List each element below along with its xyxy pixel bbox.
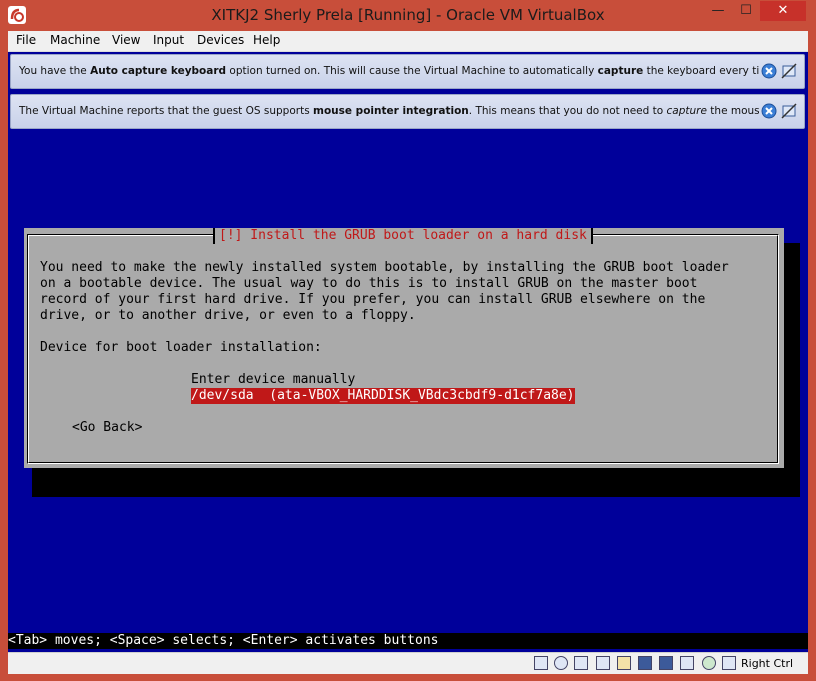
hard-disk-icon[interactable] xyxy=(534,656,548,670)
dialog-body-line: drive, or to another drive, or even to a… xyxy=(40,308,416,323)
notification-text: The Virtual Machine reports that the gue… xyxy=(19,105,759,117)
dialog-body-line: You need to make the newly installed sys… xyxy=(40,260,729,275)
shared-folder-icon[interactable] xyxy=(617,656,631,670)
vm-window: XITKJ2 Sherly Prela [Running] - Oracle V… xyxy=(0,0,816,681)
host-key-label: Right Ctrl xyxy=(741,657,794,670)
dialog-body-line: on a bootable device. The usual way to d… xyxy=(40,276,698,291)
notification-text-segment: Auto capture keyboard xyxy=(90,65,227,77)
maximize-button[interactable]: ☐ xyxy=(733,1,759,21)
notification-text-segment: capture xyxy=(666,105,707,117)
vm-status-bar: Right Ctrl xyxy=(8,652,808,674)
floppy-icon[interactable] xyxy=(574,656,588,670)
notification-text-segment: The Virtual Machine reports that the gue… xyxy=(19,105,314,117)
mouse-integration-icon[interactable] xyxy=(702,656,716,670)
close-notification-icon[interactable] xyxy=(761,103,777,119)
notification-text-segment: option turned on. This will cause the Vi… xyxy=(226,65,598,77)
optical-drive-icon[interactable] xyxy=(554,656,568,670)
close-button[interactable]: ✕ xyxy=(760,1,806,21)
notification-text-segment: You have the xyxy=(19,65,91,77)
device-prompt: Device for boot loader installation: xyxy=(40,340,322,355)
suppress-message-icon[interactable] xyxy=(781,63,797,79)
dialog-title: [!] Install the GRUB boot loader on a ha… xyxy=(213,228,593,244)
mouse-integration-notification: The Virtual Machine reports that the gue… xyxy=(10,94,805,129)
option-dev-sda[interactable]: /dev/sda (ata-VBOX_HARDDISK_VBdc3cbdf9-d… xyxy=(191,388,575,404)
menu-input[interactable]: Input xyxy=(153,33,184,47)
window-title: XITKJ2 Sherly Prela [Running] - Oracle V… xyxy=(211,6,605,24)
minimize-icon: — xyxy=(711,3,725,18)
grub-install-dialog: [!] Install the GRUB boot loader on a ha… xyxy=(24,228,784,468)
menu-view[interactable]: View xyxy=(112,33,140,47)
suppress-message-icon[interactable] xyxy=(781,103,797,119)
option-enter-manually[interactable]: Enter device manually xyxy=(191,372,355,388)
notification-text-segment: . This means that you do not need to xyxy=(468,105,667,117)
menu-file[interactable]: File xyxy=(16,33,36,47)
minimize-button[interactable]: — xyxy=(705,1,731,21)
video-capture-icon[interactable] xyxy=(659,656,673,670)
usb-icon[interactable] xyxy=(596,656,610,670)
close-notification-icon[interactable] xyxy=(761,63,777,79)
title-bar[interactable]: XITKJ2 Sherly Prela [Running] - Oracle V… xyxy=(0,0,816,31)
go-back-button[interactable]: <Go Back> xyxy=(72,420,142,436)
vm-client-area: File Machine View Input Devices Help You… xyxy=(8,31,808,674)
maximize-icon: ☐ xyxy=(740,3,752,18)
menu-bar: File Machine View Input Devices Help xyxy=(8,31,808,52)
keyboard-capture-notification: You have the Auto capture keyboard optio… xyxy=(10,54,805,89)
menu-help[interactable]: Help xyxy=(253,33,280,47)
display-icon[interactable] xyxy=(638,656,652,670)
notification-text-segment: the mouse pointer xyxy=(710,105,759,117)
menu-devices[interactable]: Devices xyxy=(197,33,244,47)
guest-screen[interactable]: [!] Install the GRUB boot loader on a ha… xyxy=(8,132,808,652)
network-icon[interactable] xyxy=(680,656,694,670)
help-status-line: <Tab> moves; <Space> selects; <Enter> ac… xyxy=(8,633,808,649)
menu-machine[interactable]: Machine xyxy=(50,33,100,47)
notification-text-segment: the keyboard every time the VM xyxy=(646,65,759,77)
notification-text: You have the Auto capture keyboard optio… xyxy=(19,65,759,77)
close-icon: ✕ xyxy=(777,3,789,18)
notification-text-segment: mouse pointer integration xyxy=(313,105,469,117)
notification-text-segment: capture xyxy=(597,65,644,77)
dialog-body-line: record of your first hard drive. If you … xyxy=(40,292,706,307)
keyboard-capture-icon[interactable] xyxy=(722,656,736,670)
